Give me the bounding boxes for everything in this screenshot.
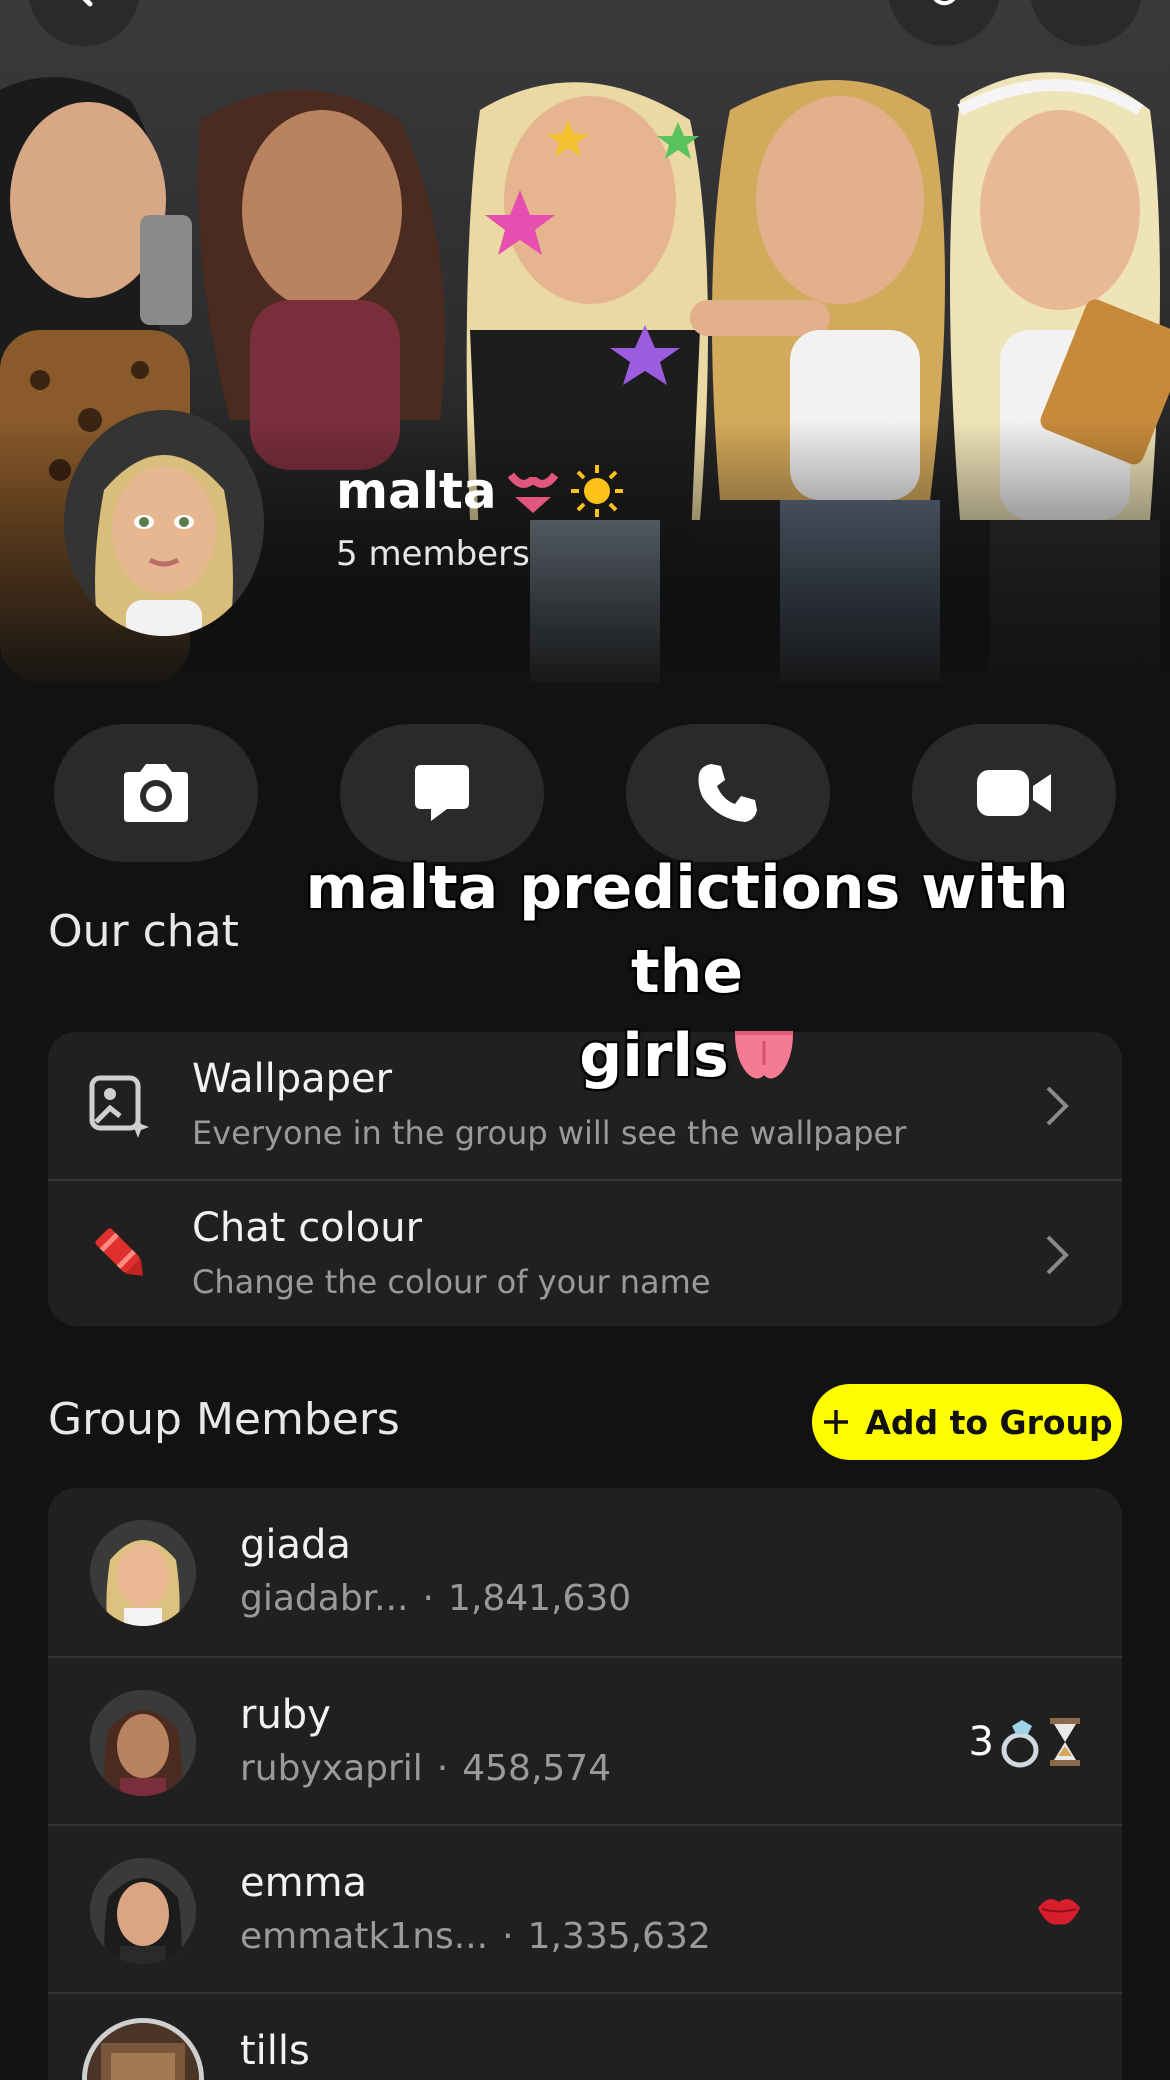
member-name: ruby <box>240 1692 331 1738</box>
caption-line-1: malta predictions with the <box>305 853 1069 1007</box>
camera-button[interactable] <box>54 724 258 862</box>
chevron-left-icon <box>82 0 93 7</box>
camera-icon <box>124 764 188 822</box>
call-button[interactable] <box>626 724 830 862</box>
member-count: 5 members <box>336 534 530 574</box>
friend-badges: 3 <box>969 1712 1082 1772</box>
hourglass-icon <box>1050 1718 1080 1766</box>
action-bar <box>0 724 1170 862</box>
tongue-emoji-icon <box>734 1031 793 1079</box>
chat-button[interactable] <box>340 724 544 862</box>
chat-colour-row[interactable]: Chat colour Change the colour of your na… <box>48 1179 1122 1326</box>
member-name: tills <box>240 2028 310 2074</box>
avatar[interactable] <box>90 1690 196 1796</box>
member-name: giada <box>240 1522 351 1568</box>
phone-icon <box>698 764 757 822</box>
add-to-group-button[interactable]: Add to Group <box>812 1384 1122 1460</box>
avatar[interactable] <box>90 1858 196 1964</box>
member-username: emmatk1ns... <box>240 1916 489 1957</box>
streak-count: 3 <box>968 1719 994 1765</box>
group-header: malta 5 members <box>0 0 1170 683</box>
sun-icon <box>570 465 623 517</box>
bitmoji-avatar-icon <box>90 1858 196 1964</box>
video-call-button[interactable] <box>912 724 1116 862</box>
video-icon <box>977 770 1051 816</box>
group-name-text: malta <box>336 462 497 520</box>
overlay-caption: malta predictions with the girls <box>272 846 1102 1098</box>
caption-line-2: girls <box>272 1014 1102 1098</box>
member-name: emma <box>240 1860 368 1906</box>
member-details: giadabr... · 1,841,630 <box>240 1578 632 1619</box>
friend-badges <box>1036 1880 1082 1940</box>
member-details: rubyxapril · 458,574 <box>240 1748 612 1789</box>
member-row-tills[interactable]: tills 3 <box>48 1992 1122 2080</box>
ring-icon <box>1001 1720 1039 1768</box>
more-icon <box>1066 0 1106 10</box>
crayon-icon <box>95 1228 143 1276</box>
chat-colour-title: Chat colour <box>192 1205 423 1251</box>
profile-photo-icon <box>87 2023 199 2080</box>
bitmoji-avatar-icon <box>64 410 264 636</box>
member-row-giada[interactable]: giada giadabr... · 1,841,630 <box>48 1488 1122 1656</box>
group-members-title: Group Members <box>48 1394 400 1445</box>
member-score: 1,841,630 <box>447 1578 632 1619</box>
member-username: giadabr... <box>240 1578 409 1619</box>
kiss-lips-icon <box>1038 1899 1080 1925</box>
member-details: emmatk1ns... · 1,335,632 <box>240 1916 711 1957</box>
bitmoji-avatar-icon <box>90 1690 196 1796</box>
wallpaper-subtitle: Everyone in the group will see the wallp… <box>192 1114 907 1152</box>
avatar[interactable] <box>82 2018 204 2080</box>
caption-line-2-text: girls <box>579 1021 729 1091</box>
plus-icon <box>824 1410 849 1434</box>
group-name: malta <box>336 462 625 520</box>
bitmoji-avatar-icon <box>90 1520 196 1626</box>
group-avatar[interactable] <box>64 410 264 636</box>
add-to-group-label: Add to Group <box>865 1402 1113 1442</box>
refresh-icon <box>933 0 956 6</box>
member-row-ruby[interactable]: ruby rubyxapril · 458,574 3 <box>48 1656 1122 1824</box>
avatar[interactable] <box>90 1520 196 1626</box>
our-chat-title: Our chat <box>48 906 239 957</box>
member-score: 1,335,632 <box>527 1916 711 1957</box>
chat-icon <box>415 765 469 821</box>
members-list: giada giadabr... · 1,841,630 ruby rubyxapr… <box>48 1488 1122 2080</box>
chat-colour-subtitle: Change the colour of your name <box>192 1263 711 1301</box>
member-username: rubyxapril <box>240 1748 423 1789</box>
member-score: 458,574 <box>462 1748 612 1789</box>
bikini-icon <box>507 472 558 513</box>
member-row-emma[interactable]: emma emmatk1ns... · 1,335,632 <box>48 1824 1122 1992</box>
chevron-right-icon <box>1046 1235 1069 1275</box>
wallpaper-icon <box>89 1075 149 1138</box>
